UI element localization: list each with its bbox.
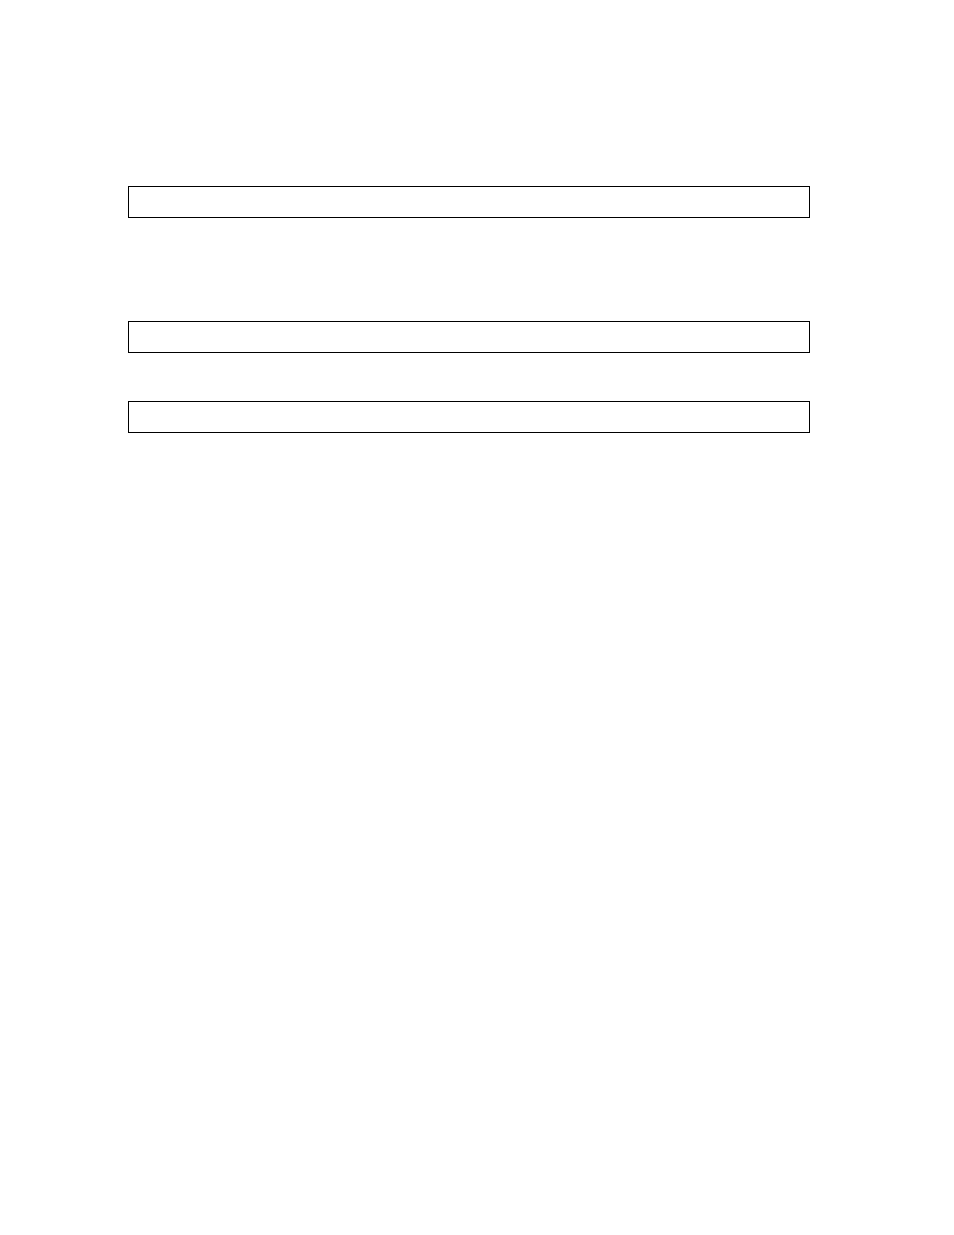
input-field-1[interactable] (128, 186, 810, 218)
input-field-2[interactable] (128, 321, 810, 353)
input-field-3[interactable] (128, 401, 810, 433)
